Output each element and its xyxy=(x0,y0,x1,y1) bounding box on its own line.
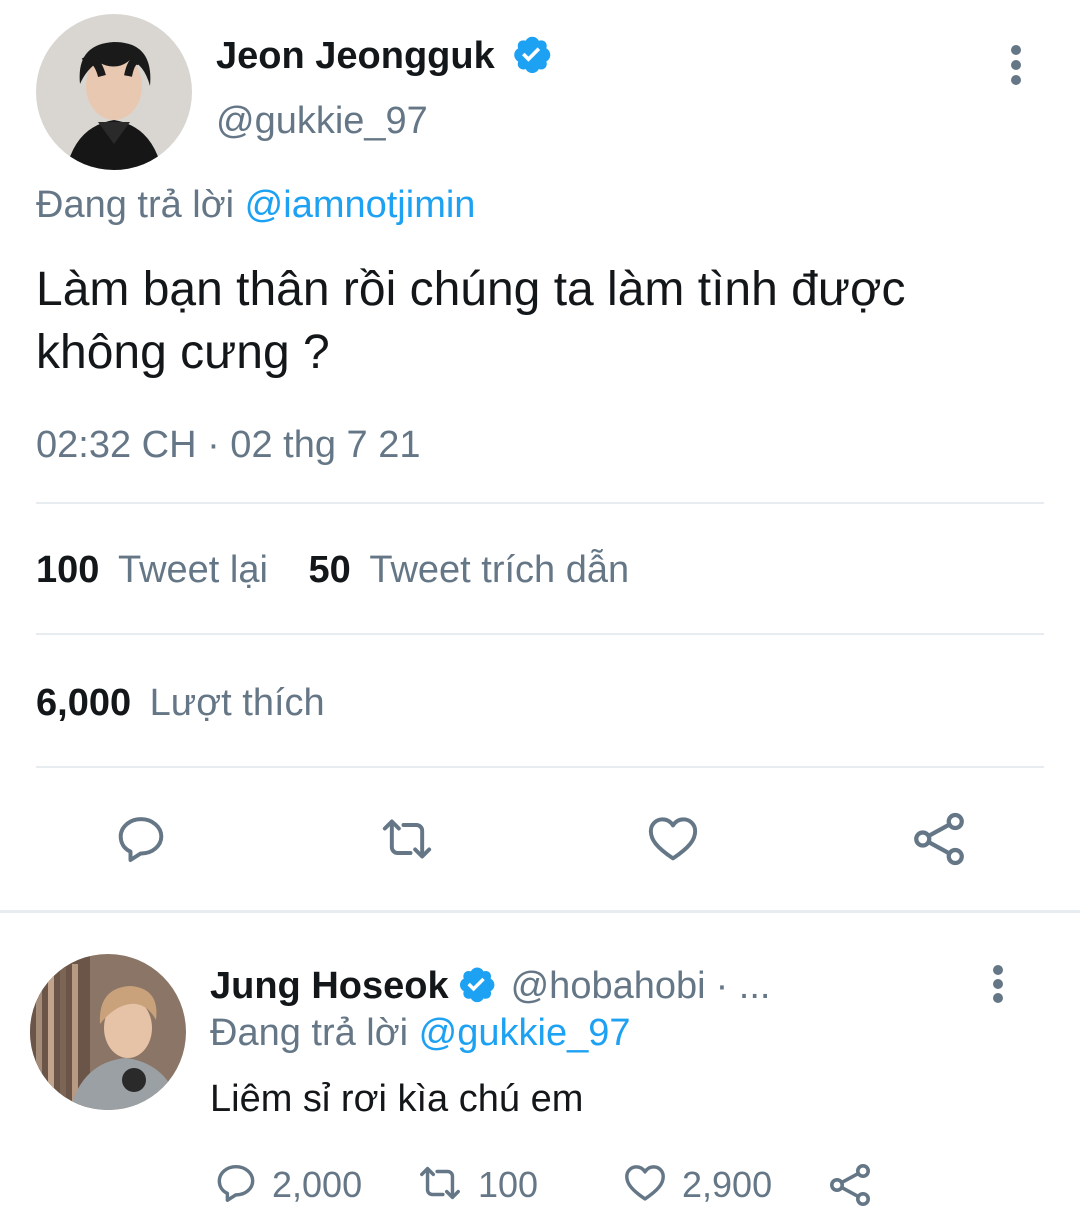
main-tweet-text: Làm bạn thân rồi chúng ta làm tình được … xyxy=(36,258,905,384)
reply-retweet-action[interactable]: 100 xyxy=(412,1160,538,1210)
retweets-stat[interactable]: 100 Tweet lại xyxy=(36,549,279,591)
verified-badge-icon xyxy=(509,32,553,81)
verified-badge-icon xyxy=(455,963,497,1010)
divider xyxy=(36,633,1044,635)
retweet-stats-row: 100 Tweet lại 50 Tweet trích dẫn xyxy=(36,549,629,592)
reply-replying-to: Đang trả lời @gukkie_97 xyxy=(210,1012,631,1055)
more-options-icon[interactable] xyxy=(996,40,1036,90)
main-author-name-row: Jeon Jeongguk xyxy=(216,33,553,79)
main-replying-to: Đang trả lời @iamnotjimin xyxy=(36,184,475,227)
reply-icon xyxy=(212,1160,260,1211)
reply-like-action[interactable]: 2,900 xyxy=(620,1160,772,1210)
reply-reply-action[interactable]: 2,000 xyxy=(212,1160,362,1210)
reply-prefix: Đang trả lời xyxy=(36,184,235,226)
reply-icon[interactable] xyxy=(106,806,176,872)
reply-handle-suffix: · ... xyxy=(715,964,771,1007)
tweet-text-line: Làm bạn thân rồi chúng ta làm tình được xyxy=(36,263,906,316)
reply-author-handle[interactable]: @hobahobi xyxy=(511,965,706,1008)
quotes-count: 50 xyxy=(308,549,351,591)
retweet-count: 100 xyxy=(478,1164,539,1205)
retweet-icon[interactable] xyxy=(370,806,444,872)
main-author-name[interactable]: Jeon Jeongguk xyxy=(216,35,495,78)
divider xyxy=(36,502,1044,504)
likes-stat[interactable]: 6,000 Lượt thích xyxy=(36,682,325,725)
divider xyxy=(36,766,1044,768)
reply-tweet-text: Liêm sỉ rơi kìa chú em xyxy=(210,1078,584,1120)
section-separator xyxy=(0,910,1080,913)
reply-to-link[interactable]: @gukkie_97 xyxy=(419,1012,631,1054)
main-author-avatar[interactable] xyxy=(36,14,192,170)
retweets-count: 100 xyxy=(36,549,100,591)
like-count: 2,900 xyxy=(682,1164,773,1205)
reply-more-options-icon[interactable] xyxy=(978,960,1018,1008)
main-timestamp[interactable]: 02:32 CH · 02 thg 7 21 xyxy=(36,424,420,467)
reply-count: 2,000 xyxy=(272,1164,363,1205)
tweet-text-line: không cưng ? xyxy=(36,326,330,379)
likes-count: 6,000 xyxy=(36,682,132,724)
like-icon[interactable] xyxy=(638,806,708,872)
share-icon[interactable] xyxy=(904,806,974,872)
reply-author-avatar[interactable] xyxy=(30,954,186,1110)
reply-author-name[interactable]: Jung Hoseok xyxy=(210,965,449,1008)
reply-share-icon[interactable] xyxy=(822,1160,878,1210)
quotes-label: Tweet trích dẫn xyxy=(369,549,630,591)
retweets-label: Tweet lại xyxy=(117,549,268,591)
quotes-stat[interactable]: 50 Tweet trích dẫn xyxy=(309,549,630,591)
retweet-icon xyxy=(412,1160,468,1211)
reply-header-row: Jung Hoseok @hobahobi · ... xyxy=(210,962,770,1010)
like-icon xyxy=(620,1160,670,1211)
reply-prefix: Đang trả lời xyxy=(210,1012,409,1054)
main-author-handle[interactable]: @gukkie_97 xyxy=(216,100,428,143)
reply-to-link[interactable]: @iamnotjimin xyxy=(245,184,476,226)
likes-label: Lượt thích xyxy=(149,682,325,724)
